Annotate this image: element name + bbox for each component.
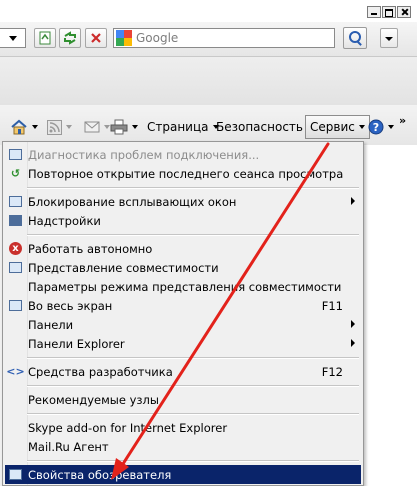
menu-item-compatibility-settings[interactable]: Параметры режима представления совместим… xyxy=(5,277,361,296)
menu-item-toolbars[interactable]: Панели xyxy=(5,315,361,334)
menu-item-internet-options[interactable]: Свойства обозревателя xyxy=(5,465,361,484)
menu-item-label: Панели Explorer xyxy=(28,336,125,351)
menu-item-reopen-session[interactable]: ↺ Повторное открытие последнего сеанса п… xyxy=(5,164,361,183)
chevron-down-icon xyxy=(388,125,394,129)
popup-blocker-icon xyxy=(8,194,23,209)
google-provider-icon xyxy=(116,30,132,46)
addons-icon xyxy=(8,213,23,228)
fullscreen-icon xyxy=(8,298,23,313)
menu-item-label: Диагностика проблем подключения... xyxy=(28,147,260,162)
menu-item-label: Панели xyxy=(28,317,74,332)
menu-item-diagnose-connection[interactable]: Диагностика проблем подключения... xyxy=(5,145,361,164)
address-dropdown-button[interactable] xyxy=(0,28,26,48)
menu-item-label: Во весь экран xyxy=(28,298,113,313)
menu-item-label: Свойства обозревателя xyxy=(28,467,172,482)
menu-item-shortcut: F11 xyxy=(321,298,343,313)
toolbar-area xyxy=(0,57,417,105)
stop-icon xyxy=(91,33,101,43)
refresh-icon xyxy=(64,31,76,45)
submenu-arrow-icon xyxy=(351,320,355,328)
submenu-arrow-icon xyxy=(351,339,355,347)
home-button[interactable] xyxy=(10,116,38,138)
home-icon xyxy=(11,119,27,135)
menu-separator xyxy=(27,460,359,462)
reopen-session-icon: ↺ xyxy=(10,167,21,180)
menu-separator xyxy=(27,357,359,359)
menu-item-explorer-bars[interactable]: Панели Explorer xyxy=(5,334,361,353)
menu-item-shortcut: F12 xyxy=(321,364,343,379)
menu-item-label: Блокирование всплывающих окон xyxy=(28,194,237,209)
maximize-button[interactable] xyxy=(382,6,396,18)
minimize-button[interactable] xyxy=(367,6,381,18)
chevron-down-icon xyxy=(132,125,138,129)
search-input[interactable]: Google xyxy=(113,28,335,48)
network-diagnose-icon xyxy=(8,147,23,162)
menu-item-label: Средства разработчика xyxy=(28,364,173,379)
menu-item-label: Рекомендуемые узлы xyxy=(28,392,159,407)
menu-item-label: Представление совместимости xyxy=(28,260,219,275)
developer-tools-icon: <> xyxy=(6,365,25,378)
menu-separator xyxy=(27,385,359,387)
address-toolbar: Google xyxy=(0,22,417,57)
help-icon: ? xyxy=(368,119,384,135)
chevron-down-icon xyxy=(358,125,365,129)
menu-item-developer-tools[interactable]: <> Средства разработчика F12 xyxy=(5,362,361,381)
page-menu-label: Страница xyxy=(147,120,209,134)
print-button[interactable] xyxy=(110,116,138,138)
svg-text:?: ? xyxy=(373,121,379,134)
stop-button[interactable] xyxy=(85,28,107,48)
safety-menu-label: Безопасность xyxy=(216,120,303,134)
search-button[interactable] xyxy=(343,27,367,49)
help-button[interactable]: ? xyxy=(368,116,394,138)
compatibility-view-icon xyxy=(8,260,23,275)
printer-icon xyxy=(110,119,128,135)
window-controls xyxy=(367,6,411,18)
close-window-button[interactable] xyxy=(397,6,411,18)
chevron-down-icon xyxy=(32,125,38,129)
mail-icon xyxy=(84,121,100,133)
compatibility-button[interactable] xyxy=(34,28,56,48)
mail-button[interactable] xyxy=(84,116,110,138)
internet-options-icon xyxy=(8,467,23,482)
tools-dropdown-menu: Диагностика проблем подключения... ↺ Пов… xyxy=(2,141,364,486)
menu-item-label: Надстройки xyxy=(28,213,101,228)
refresh-button[interactable] xyxy=(59,28,81,48)
menu-separator xyxy=(27,187,359,189)
feeds-button[interactable] xyxy=(47,116,72,138)
search-options-button[interactable] xyxy=(380,28,398,48)
menu-item-addons[interactable]: Надстройки xyxy=(5,211,361,230)
menu-item-compatibility-view[interactable]: Представление совместимости xyxy=(5,258,361,277)
menu-item-label: Skype add-on for Internet Explorer xyxy=(28,420,228,435)
search-placeholder: Google xyxy=(136,31,179,45)
menu-item-fullscreen[interactable]: Во весь экран F11 xyxy=(5,296,361,315)
page-content-area xyxy=(364,145,417,486)
feeds-icon xyxy=(47,119,62,135)
menu-item-label: Работать автономно xyxy=(28,241,153,256)
chevron-down-icon xyxy=(66,125,72,129)
compatibility-page-icon xyxy=(39,31,51,45)
menu-item-label: Mail.Ru Агент xyxy=(28,439,109,454)
page-menu-button[interactable]: Страница xyxy=(147,116,219,138)
tools-menu-label: Сервис xyxy=(310,120,355,134)
submenu-arrow-icon xyxy=(351,197,355,205)
menu-item-label: Параметры режима представления совместим… xyxy=(28,279,342,294)
menu-item-popup-blocker[interactable]: Блокирование всплывающих окон xyxy=(5,192,361,211)
offline-icon: x xyxy=(8,241,23,256)
menu-item-work-offline[interactable]: x Работать автономно xyxy=(5,239,361,258)
menu-item-skype-addon[interactable]: Skype add-on for Internet Explorer xyxy=(5,418,361,437)
command-bar-overflow-chevron[interactable]: » xyxy=(399,114,406,127)
safety-menu-button[interactable]: Безопасность xyxy=(216,116,313,138)
menu-separator xyxy=(27,234,359,236)
tools-menu-button[interactable]: Сервис xyxy=(305,115,370,139)
menu-item-suggested-sites[interactable]: Рекомендуемые узлы xyxy=(5,390,361,409)
menu-separator xyxy=(27,413,359,415)
menu-item-mailru-agent[interactable]: Mail.Ru Агент xyxy=(5,437,361,456)
menu-item-label: Повторное открытие последнего сеанса про… xyxy=(28,166,344,181)
